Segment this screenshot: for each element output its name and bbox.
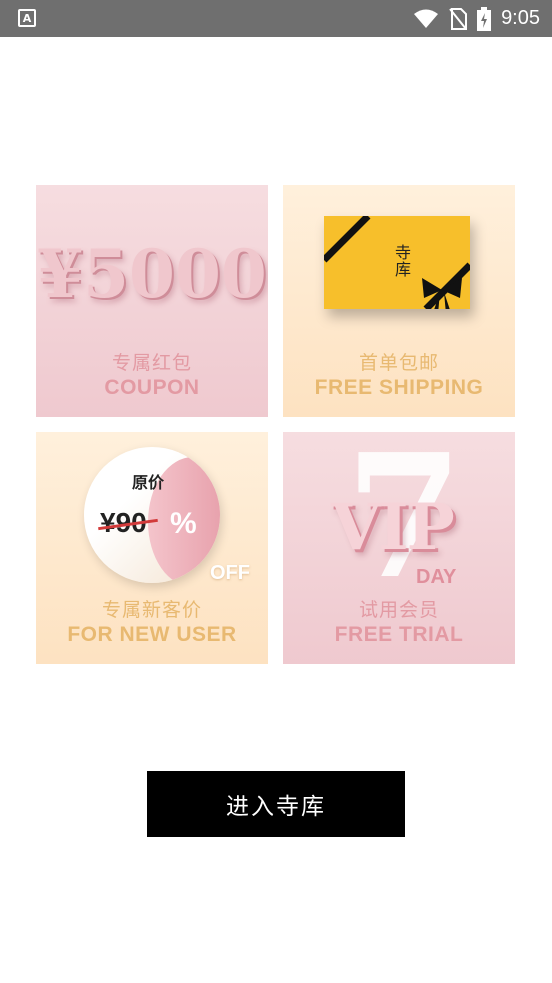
status-bar: A 9:05 [0,0,552,37]
off-label: OFF [210,562,250,584]
status-icons: 9:05 [413,6,540,31]
coupon-title-cn: 专属红包 [111,352,192,374]
gift-box-image: 寺库 [324,216,470,309]
day-label: DAY [416,566,457,588]
battery-charging-icon [477,6,492,31]
free-shipping-title-en: FREE SHIPPING [314,376,484,399]
clock: 9:05 [501,7,540,29]
free-trial-title-cn: 试用会员 [358,599,439,621]
wifi-icon [414,9,439,28]
notification-icon: A [18,9,36,27]
new-user-price-tile[interactable]: 原价 ¥90 % OFF 专属新客价 FOR NEW USER [36,432,268,664]
percent-sign: % [170,507,197,540]
coupon-tile[interactable]: ¥5000 专属红包 COUPON [36,185,268,417]
coupon-title-en: COUPON [104,376,200,399]
new-user-title-en: FOR NEW USER [67,623,237,646]
discount-circle-graphic: 原价 ¥90 % [84,447,220,583]
vip-graphic: VIP [331,490,455,565]
free-trial-tile[interactable]: 7 VIP DAY 试用会员 FREE TRIAL [283,432,515,664]
enter-app-button[interactable]: 进入寺库 [147,771,405,837]
no-sim-icon [449,7,468,30]
original-price-label: 原价 [132,473,165,492]
free-shipping-tile[interactable]: 寺库 首单包邮 FREE SHIPPING [283,185,515,417]
free-shipping-title-cn: 首单包邮 [358,352,439,374]
gift-logo-text: 寺库 [392,244,411,278]
notification-icon-letter: A [22,11,32,25]
new-user-title-cn: 专属新客价 [101,599,202,621]
coupon-amount-graphic: ¥5000 [37,235,267,313]
free-trial-title-en: FREE TRIAL [334,623,464,646]
